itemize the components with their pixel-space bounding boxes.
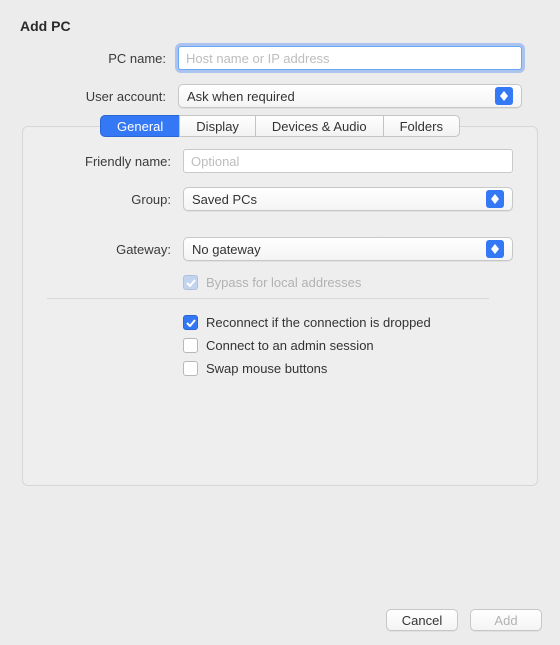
user-account-value: Ask when required [187,89,495,104]
tab-general[interactable]: General [100,115,179,137]
chevron-up-down-icon [486,240,504,258]
reconnect-checkbox[interactable] [183,315,198,330]
cancel-button[interactable]: Cancel [386,609,458,631]
bypass-checkbox [183,275,198,290]
swap-checkbox[interactable] [183,361,198,376]
friendly-name-label: Friendly name: [23,154,183,169]
pc-name-label: PC name: [0,51,178,66]
user-account-label: User account: [0,89,178,104]
window-title: Add PC [0,0,560,46]
group-label: Group: [23,192,183,207]
group-select[interactable]: Saved PCs [183,187,513,211]
user-account-select[interactable]: Ask when required [178,84,522,108]
gateway-label: Gateway: [23,242,183,257]
chevron-up-down-icon [486,190,504,208]
divider [47,298,489,299]
add-button[interactable]: Add [470,609,542,631]
reconnect-label: Reconnect if the connection is dropped [206,315,431,330]
gateway-select[interactable]: No gateway [183,237,513,261]
admin-label: Connect to an admin session [206,338,374,353]
swap-label: Swap mouse buttons [206,361,327,376]
bottom-bar: Cancel Add [386,609,542,631]
gateway-value: No gateway [192,242,486,257]
tab-devices-audio[interactable]: Devices & Audio [255,115,383,137]
tabbar: General Display Devices & Audio Folders [100,115,460,137]
chevron-up-down-icon [495,87,513,105]
group-value: Saved PCs [192,192,486,207]
admin-checkbox[interactable] [183,338,198,353]
tab-panel: General Display Devices & Audio Folders … [22,126,538,486]
tab-display[interactable]: Display [179,115,255,137]
friendly-name-input[interactable] [183,149,513,173]
pc-name-input[interactable] [178,46,522,70]
bypass-label: Bypass for local addresses [206,275,361,290]
tab-folders[interactable]: Folders [383,115,460,137]
